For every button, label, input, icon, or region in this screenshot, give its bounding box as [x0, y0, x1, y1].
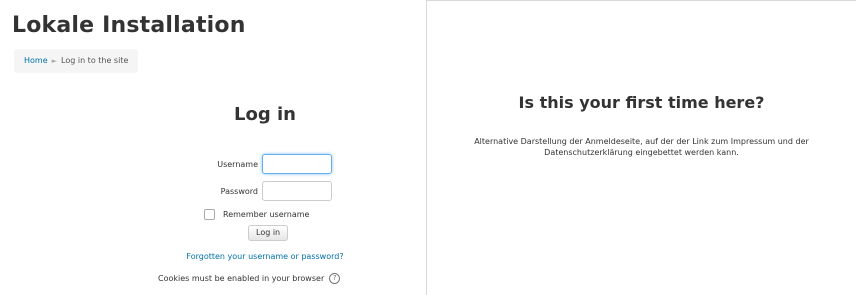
cookies-notice: Cookies must be enabled in your browser … — [158, 273, 341, 284]
remember-row: Remember username — [204, 209, 309, 220]
forgot-password-link[interactable]: Forgotten your username or password? — [165, 252, 365, 261]
breadcrumb-current: Log in to the site — [61, 56, 129, 65]
breadcrumb-separator-icon: ► — [51, 57, 58, 65]
remember-username-checkbox[interactable] — [204, 209, 215, 220]
site-title: Lokale Installation — [12, 13, 246, 38]
first-time-panel: Is this your first time here? Alternativ… — [427, 0, 856, 295]
help-icon[interactable]: ? — [329, 273, 341, 284]
username-label: Username — [217, 159, 258, 169]
login-heading: Log in — [234, 104, 296, 125]
username-row: Username — [200, 154, 332, 174]
password-label: Password — [220, 186, 258, 196]
login-button[interactable]: Log in — [248, 225, 289, 241]
breadcrumb-home-link[interactable]: Home — [24, 49, 48, 73]
cookies-text: Cookies must be enabled in your browser — [158, 274, 325, 283]
first-time-description: Alternative Darstellung der Anmeldeseite… — [474, 137, 809, 157]
remember-username-label: Remember username — [223, 210, 310, 219]
first-time-heading: Is this your first time here? — [518, 93, 765, 112]
breadcrumb: Home ► Log in to the site — [14, 49, 139, 73]
username-input[interactable] — [262, 154, 332, 174]
password-row: Password — [200, 181, 332, 201]
password-input[interactable] — [262, 181, 332, 201]
login-panel: Lokale Installation Home ► Log in to the… — [0, 0, 427, 295]
